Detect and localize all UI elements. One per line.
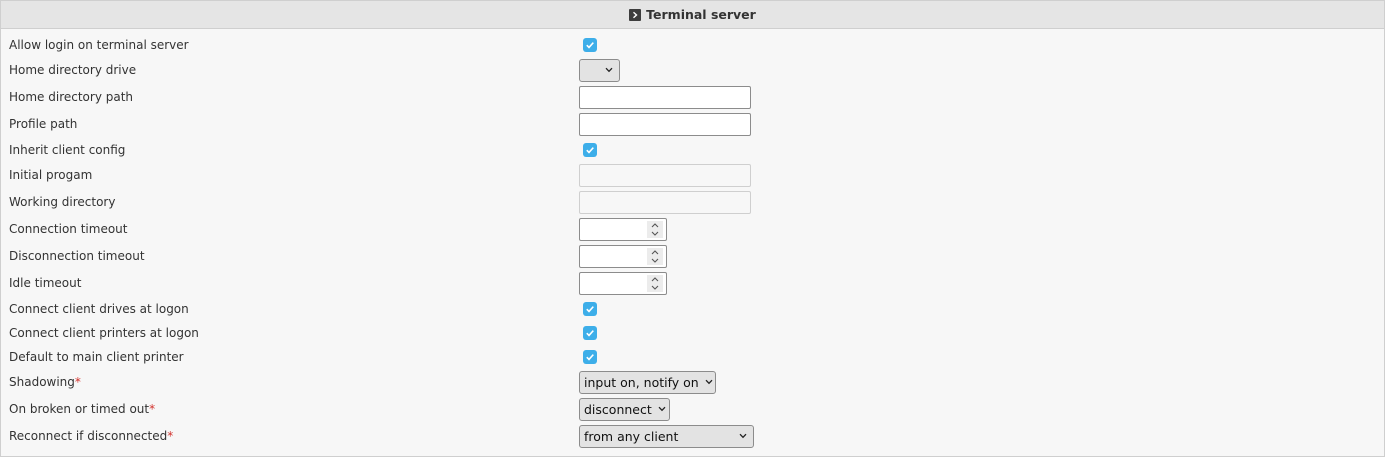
connection-timeout-input[interactable]	[579, 217, 667, 241]
row-connection-timeout: Connection timeout	[1, 217, 1384, 241]
chevron-up-icon[interactable]	[651, 248, 659, 256]
chevron-down-icon	[739, 433, 747, 439]
required-marker: *	[74, 375, 81, 389]
row-connect-client-drives: Connect client drives at logon	[1, 299, 1384, 319]
home-drive-label: Home directory drive	[9, 63, 137, 77]
reconnect-value: from any client	[584, 428, 679, 444]
row-allow-login: Allow login on terminal server	[1, 35, 1384, 55]
connect-client-printers-label: Connect client printers at logon	[9, 326, 199, 340]
chevron-up-icon[interactable]	[651, 275, 659, 283]
reconnect-select[interactable]: from any client	[579, 424, 754, 448]
required-marker: *	[167, 429, 174, 443]
row-idle-timeout: Idle timeout	[1, 271, 1384, 295]
chevron-down-icon[interactable]	[651, 229, 659, 237]
row-inherit-client-config: Inherit client config	[1, 140, 1384, 160]
connect-client-printers-checkbox[interactable]	[583, 326, 597, 340]
home-path-input[interactable]	[579, 85, 751, 109]
checkmark-icon	[586, 147, 594, 154]
required-marker: *	[149, 402, 156, 416]
chevron-down-icon	[658, 406, 666, 412]
chevron-up-icon[interactable]	[651, 221, 659, 229]
allow-login-checkbox[interactable]	[583, 38, 597, 52]
chevron-down-icon	[605, 67, 613, 73]
reconnect-label-text: Reconnect if disconnected	[9, 429, 168, 443]
row-connect-client-printers: Connect client printers at logon	[1, 323, 1384, 343]
shadowing-label: Shadowing*	[9, 375, 81, 389]
idle-timeout-input[interactable]	[579, 271, 667, 295]
profile-path-label: Profile path	[9, 117, 78, 131]
working-directory-label: Working directory	[9, 195, 116, 209]
disconnection-timeout-input[interactable]	[579, 244, 667, 268]
on-broken-label: On broken or timed out*	[9, 402, 155, 416]
checkmark-icon	[586, 354, 594, 361]
row-profile-path: Profile path	[1, 112, 1384, 136]
shadowing-label-text: Shadowing	[9, 375, 75, 389]
on-broken-value: disconnect	[584, 401, 652, 417]
row-shadowing: Shadowing* input on, notify on	[1, 370, 1384, 394]
chevron-right-icon[interactable]	[629, 8, 642, 21]
default-main-printer-label: Default to main client printer	[9, 350, 184, 364]
connection-timeout-label: Connection timeout	[9, 222, 128, 236]
initial-program-input	[579, 163, 751, 187]
row-initial-program: Initial progam	[1, 163, 1384, 187]
connect-client-drives-checkbox[interactable]	[583, 302, 597, 316]
on-broken-label-text: On broken or timed out	[9, 402, 150, 416]
inherit-client-config-checkbox[interactable]	[583, 143, 597, 157]
chevron-down-icon[interactable]	[651, 283, 659, 291]
panel-header[interactable]: Terminal server	[1, 1, 1384, 29]
row-default-main-printer: Default to main client printer	[1, 347, 1384, 367]
profile-path-input[interactable]	[579, 112, 751, 136]
on-broken-select[interactable]: disconnect	[579, 397, 670, 421]
default-main-printer-checkbox[interactable]	[583, 350, 597, 364]
connection-timeout-spinner	[647, 220, 663, 238]
chevron-down-icon[interactable]	[651, 256, 659, 264]
row-home-drive: Home directory drive	[1, 58, 1384, 82]
checkmark-icon	[586, 306, 594, 313]
disconnection-timeout-spinner	[647, 247, 663, 265]
home-path-label: Home directory path	[9, 90, 134, 104]
row-disconnection-timeout: Disconnection timeout	[1, 244, 1384, 268]
terminal-server-panel: Terminal server Allow login on terminal …	[0, 0, 1385, 457]
home-drive-select[interactable]	[579, 58, 620, 82]
initial-program-label: Initial progam	[9, 168, 93, 182]
chevron-down-icon	[705, 379, 713, 385]
inherit-client-config-label: Inherit client config	[9, 143, 126, 157]
checkmark-icon	[586, 330, 594, 337]
idle-timeout-spinner	[647, 274, 663, 292]
shadowing-select[interactable]: input on, notify on	[579, 370, 716, 394]
checkmark-icon	[586, 42, 594, 49]
disconnection-timeout-label: Disconnection timeout	[9, 249, 145, 263]
row-reconnect: Reconnect if disconnected* from any clie…	[1, 424, 1384, 448]
panel-title: Terminal server	[646, 7, 756, 22]
working-directory-input	[579, 190, 751, 214]
idle-timeout-label: Idle timeout	[9, 276, 82, 290]
row-on-broken: On broken or timed out* disconnect	[1, 397, 1384, 421]
allow-login-label: Allow login on terminal server	[9, 38, 189, 52]
row-home-path: Home directory path	[1, 85, 1384, 109]
row-working-directory: Working directory	[1, 190, 1384, 214]
shadowing-value: input on, notify on	[584, 374, 699, 390]
connect-client-drives-label: Connect client drives at logon	[9, 302, 189, 316]
reconnect-label: Reconnect if disconnected*	[9, 429, 173, 443]
